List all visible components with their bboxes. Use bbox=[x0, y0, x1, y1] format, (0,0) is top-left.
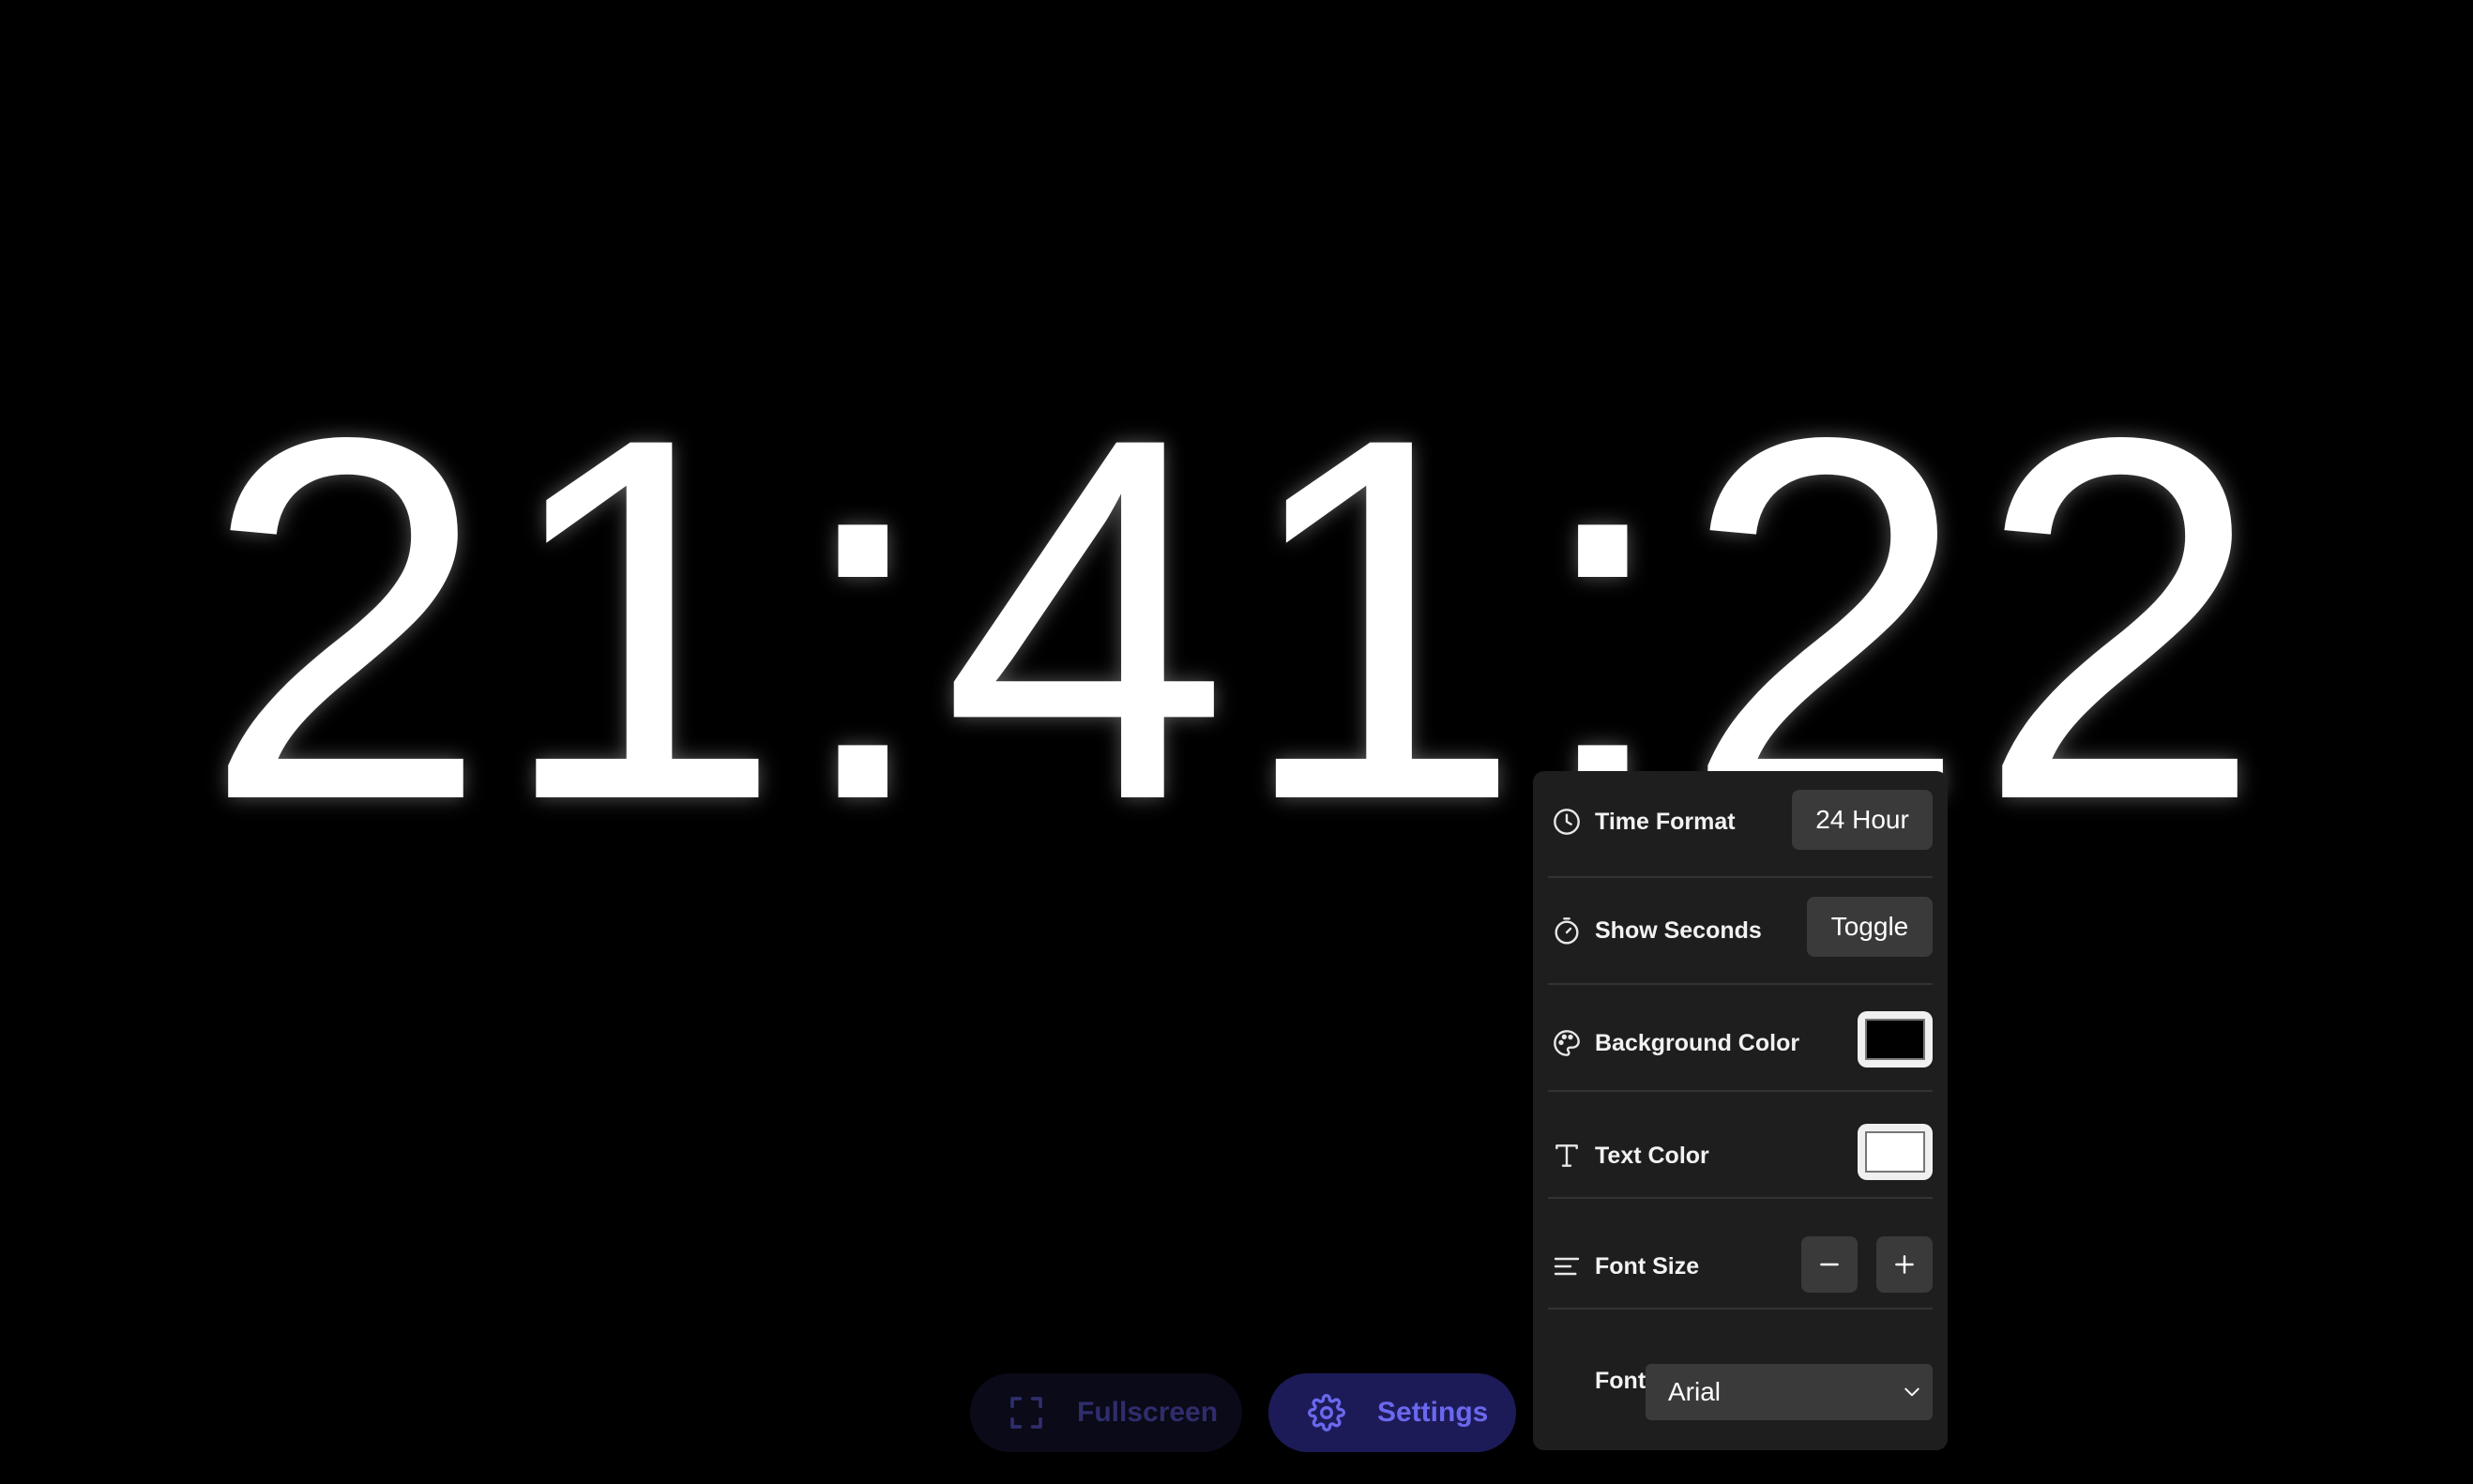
clock-icon bbox=[1552, 807, 1582, 837]
setting-row-time-format: Time Format 24 Hour bbox=[1548, 771, 1933, 878]
settings-panel: Time Format 24 Hour Show Seconds Toggle … bbox=[1533, 771, 1948, 1450]
font-select[interactable]: Arial bbox=[1646, 1364, 1933, 1420]
text-type-icon bbox=[1552, 1141, 1582, 1171]
setting-row-background-color: Background Color bbox=[1548, 985, 1933, 1092]
chevron-down-icon bbox=[1904, 1387, 1919, 1397]
fullscreen-label: Fullscreen bbox=[1077, 1397, 1219, 1428]
expand-corners-icon bbox=[1008, 1394, 1045, 1431]
stopwatch-icon bbox=[1552, 916, 1582, 946]
setting-row-font: Font Arial bbox=[1548, 1310, 1933, 1422]
background-color-swatch bbox=[1865, 1019, 1925, 1060]
setting-row-font-size: Font Size bbox=[1548, 1199, 1933, 1310]
gear-icon bbox=[1308, 1394, 1345, 1431]
setting-row-text-color: Text Color bbox=[1548, 1092, 1933, 1199]
text-color-swatch bbox=[1865, 1131, 1925, 1173]
fullscreen-button[interactable]: Fullscreen bbox=[970, 1373, 1242, 1452]
time-format-button[interactable]: 24 Hour bbox=[1792, 790, 1933, 850]
setting-row-show-seconds: Show Seconds Toggle bbox=[1548, 878, 1933, 985]
text-color-label: Text Color bbox=[1595, 1143, 1709, 1169]
font-size-increase-button[interactable] bbox=[1876, 1236, 1933, 1293]
font-select-value: Arial bbox=[1668, 1377, 1722, 1406]
plus-icon bbox=[1895, 1255, 1914, 1274]
minus-icon bbox=[1820, 1263, 1839, 1266]
text-color-picker[interactable] bbox=[1858, 1124, 1933, 1180]
palette-icon bbox=[1552, 1028, 1582, 1058]
text-align-icon bbox=[1552, 1251, 1582, 1281]
settings-label: Settings bbox=[1377, 1397, 1489, 1428]
font-size-label: Font Size bbox=[1595, 1253, 1700, 1280]
background-color-label: Background Color bbox=[1595, 1030, 1800, 1056]
show-seconds-toggle-button[interactable]: Toggle bbox=[1807, 897, 1933, 957]
show-seconds-label: Show Seconds bbox=[1595, 917, 1762, 944]
font-size-decrease-button[interactable] bbox=[1801, 1236, 1858, 1293]
background-color-picker[interactable] bbox=[1858, 1011, 1933, 1068]
settings-button[interactable]: Settings bbox=[1268, 1373, 1516, 1452]
clock-display: 21:41:22 bbox=[202, 330, 2271, 907]
time-format-label: Time Format bbox=[1595, 809, 1736, 835]
font-label: Font bbox=[1595, 1368, 1646, 1394]
